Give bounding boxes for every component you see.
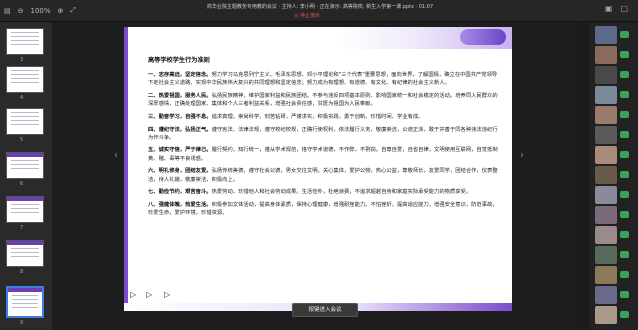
participant-avatar[interactable]: [595, 46, 617, 64]
rules-list: 一、志存高远，坚定信念。努力学习马克思列宁主义、毛泽东思想、邓小平理论和"三个代…: [148, 71, 498, 222]
slide-thumbnail[interactable]: [6, 152, 44, 179]
participant-avatar[interactable]: [595, 66, 617, 84]
slide-deco-shape: [460, 29, 506, 45]
stop-presenting-button[interactable]: ◎ 停止演示: [294, 12, 320, 19]
slide-thumbnail[interactable]: [6, 108, 44, 135]
slide-thumbnail[interactable]: [6, 28, 44, 55]
participant-avatar[interactable]: [595, 146, 617, 164]
mic-status-icon: [620, 211, 629, 218]
participant-avatar[interactable]: [595, 106, 617, 124]
slide-left-band: [124, 27, 128, 311]
participant-avatar[interactable]: [595, 266, 617, 284]
participant-panel: [590, 22, 638, 330]
participant-avatar[interactable]: [595, 246, 617, 264]
mic-status-icon: [620, 111, 629, 118]
slide-number: 7: [20, 225, 24, 231]
play-icon[interactable]: ▷: [146, 290, 152, 299]
zoom-level: 100%: [30, 6, 51, 15]
mic-status-icon: [620, 271, 629, 278]
toolbar-icons: ▤ ⊖ 100% ⊕ ⤢: [4, 6, 76, 15]
slide-number: 5: [20, 137, 24, 143]
slide: 高等学校学生行为准则 一、志存高远，坚定信念。努力学习马克思列宁主义、毛泽东思想…: [124, 27, 512, 311]
mic-status-icon: [620, 91, 629, 98]
participant-avatar[interactable]: [595, 126, 617, 144]
mic-status-icon: [620, 311, 629, 318]
participant-avatar[interactable]: [595, 166, 617, 184]
fit-icon[interactable]: ⤢: [70, 6, 76, 15]
participant-avatar[interactable]: [595, 286, 617, 304]
mic-status-icon: [620, 231, 629, 238]
enter-meeting-button[interactable]: 按键进入会议: [292, 303, 358, 317]
camera-icon[interactable]: ▣: [605, 4, 613, 13]
participant-avatar[interactable]: [595, 226, 617, 244]
slide-thumbnail[interactable]: [6, 66, 44, 93]
rule-item: 六、明礼修身，团结友爱。弘扬传统美德，遵守社会公德，男女交往文明。关心集体，爱护…: [148, 168, 498, 183]
play-icon[interactable]: ▷: [130, 290, 136, 299]
participant-avatar[interactable]: [595, 206, 617, 224]
mic-status-icon: [620, 51, 629, 58]
mic-status-icon: [620, 251, 629, 258]
window-controls: ▣ ▢: [605, 4, 628, 13]
previous-slide-icon[interactable]: ‹: [110, 150, 122, 164]
slide-number: 9: [20, 320, 24, 326]
mic-status-icon: [620, 191, 629, 198]
rule-item: 五、诚实守信，严于律己。履行契约，知行统一，遵从学术规范，恪守学术道德，不作弊，…: [148, 147, 498, 162]
top-toolbar: ▤ ⊖ 100% ⊕ ⤢ 商华业院主题教务专用教的会议 · 主持人: 李小明 ·…: [0, 0, 638, 22]
participant-avatar[interactable]: [595, 26, 617, 44]
participant-avatar[interactable]: [595, 186, 617, 204]
presentation-area: ‹ › 高等学校学生行为准则 一、志存高远，坚定信念。努力学习马克思列宁主义、毛…: [52, 22, 576, 330]
slide-thumbnail[interactable]: [6, 196, 44, 223]
slide-number: 8: [20, 269, 24, 275]
rule-item: 二、热爱祖国，服务人民。弘扬民族精神，维护国家利益和民族团结。不参与违反四项基本…: [148, 92, 498, 108]
slide-header-decoration: [124, 27, 512, 49]
rule-item: 七、勤俭节约，艰苦奋斗。热爱劳动，珍惜他人和社会劳动成果。生活俭朴，杜绝浪费，不…: [148, 189, 472, 196]
mic-status-icon: [620, 71, 629, 78]
play-icon[interactable]: ▷: [164, 290, 170, 299]
next-slide-icon[interactable]: ›: [516, 150, 528, 164]
slide-thumbnail-selected[interactable]: [6, 286, 44, 318]
slide-number: 4: [20, 95, 24, 101]
chat-icon[interactable]: ▢: [620, 4, 628, 13]
layout-icon[interactable]: ▤: [4, 7, 11, 15]
mic-status-icon: [620, 171, 629, 178]
rule-item: 八、强健体魄，热爱生活。积极参加文体活动，提高身体素质，保持心理健康，增强耐挫能…: [148, 201, 498, 217]
slide-number: 6: [20, 181, 24, 187]
rule-item: 一、志存高远，坚定信念。努力学习马克思列宁主义、毛泽东思想、邓小平理论和"三个代…: [148, 72, 498, 87]
slide-title: 高等学校学生行为准则: [148, 57, 210, 64]
mic-status-icon: [620, 131, 629, 138]
mic-status-icon: [620, 31, 629, 38]
participant-avatar[interactable]: [595, 86, 617, 104]
zoom-in-icon[interactable]: ⊕: [58, 7, 64, 15]
mic-status-icon: [620, 291, 629, 298]
slide-thumbnail-panel: 3 4 5 6 7 8 9: [0, 22, 52, 330]
slide-thumbnail[interactable]: [6, 240, 44, 267]
participant-avatar[interactable]: [595, 306, 617, 324]
zoom-out-icon[interactable]: ⊖: [18, 7, 24, 15]
rule-item: 三、勤奋学习，自强不息。追求真理，崇尚科学，刻苦钻研，严谨求实，积极实践，勇于创…: [148, 113, 424, 120]
mic-status-icon: [620, 151, 629, 158]
meeting-title: 商华业院主题教务专用教的会议 · 主持人: 李小明 · 正在演示: 高等院校, …: [206, 4, 434, 10]
slide-number: 3: [20, 57, 24, 63]
rule-item: 四、遵纪守法，弘扬正气。遵守宪法、法律法规，遵守校纪校规，正确行使权利，依法履行…: [148, 126, 498, 141]
